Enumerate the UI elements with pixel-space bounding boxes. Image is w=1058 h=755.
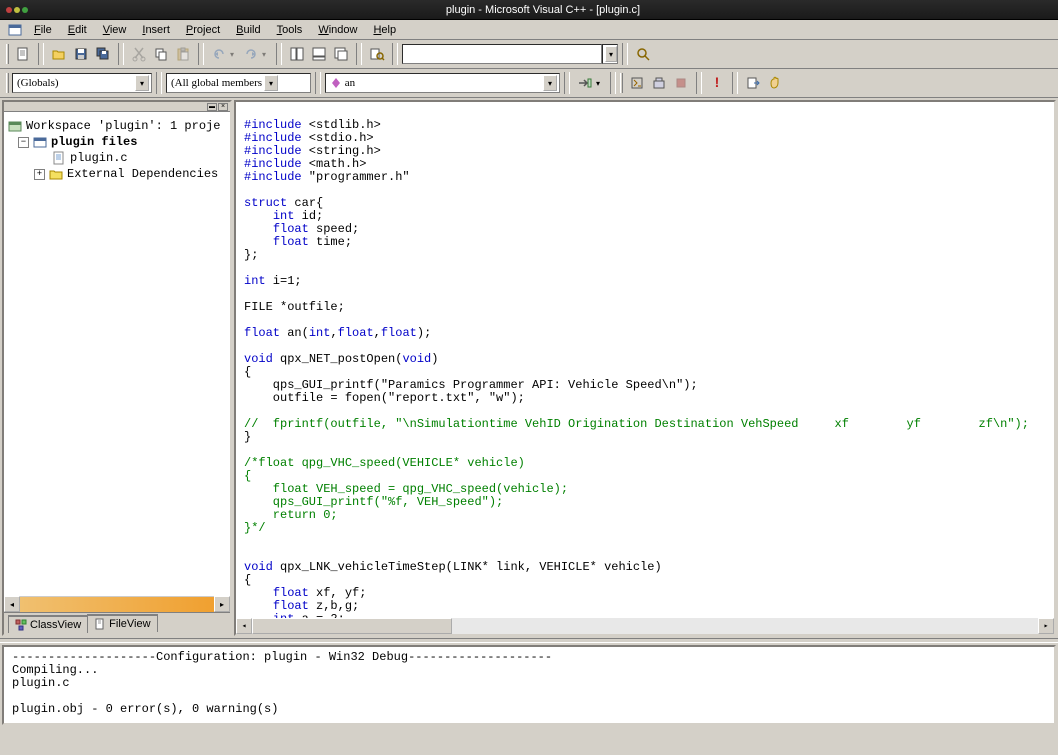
project-tree-icon [33,135,47,149]
copy-icon[interactable] [150,43,172,65]
tree-project-label: plugin files [51,135,137,149]
toolbar-grip-3[interactable] [620,73,623,93]
window-title: plugin - Microsoft Visual C++ - [plugin.… [28,4,1058,16]
workspace-tree-icon [8,119,22,133]
cut-icon[interactable] [128,43,150,65]
pane-close-icon[interactable]: × [218,103,228,111]
goto-icon[interactable] [574,72,596,94]
execute-icon[interactable]: ! [706,72,728,94]
tab-classview-label: ClassView [30,619,81,631]
output-splitter[interactable] [0,638,1058,643]
save-icon[interactable] [70,43,92,65]
scope-combo-text: (Globals) [17,77,59,89]
menu-file[interactable]: FFileile [26,22,60,38]
window-list-icon[interactable] [330,43,352,65]
folder-icon [49,167,63,181]
main-area: ▬ × Workspace 'plugin': 1 proje − plugin … [0,98,1058,638]
workspace-pane: ▬ × Workspace 'plugin': 1 proje − plugin … [2,100,232,636]
tree-file-label: plugin.c [70,151,128,165]
save-all-icon[interactable] [92,43,114,65]
collapse-icon[interactable]: − [18,137,29,148]
goto-dropdown[interactable]: ▾ [596,79,606,88]
find-combo[interactable] [402,44,602,64]
members-combo-text: (All global members [171,77,262,89]
undo-icon[interactable] [208,43,230,65]
menu-tools[interactable]: Tools [269,22,311,38]
build-icon[interactable] [648,72,670,94]
wizard-toolbar: (Globals)▾ (All global members▾ an▾ ▾ ! [0,69,1058,98]
tab-fileview-label: FileView [109,618,150,630]
expand-icon[interactable]: + [34,169,45,180]
symbol-combo[interactable]: an▾ [325,73,560,93]
breakpoint-hand-icon[interactable] [764,72,786,94]
scroll-left-icon[interactable]: ◂ [4,596,20,612]
scroll-right-icon[interactable]: ▸ [214,596,230,612]
redo-icon[interactable] [240,43,262,65]
scope-combo[interactable]: (Globals)▾ [12,73,152,93]
members-combo[interactable]: (All global members▾ [166,73,311,93]
pane-dock-icon[interactable]: ▬ [207,103,217,111]
output-window-icon[interactable] [308,43,330,65]
output-pane[interactable]: --------------------Configuration: plugi… [2,645,1056,725]
tree-extdep-label: External Dependencies [67,167,218,181]
open-icon[interactable] [48,43,70,65]
tree-workspace[interactable]: Workspace 'plugin': 1 proje [8,118,226,134]
find-combo-arrow[interactable]: ▾ [602,44,618,64]
workspace-tabs: ClassView FileView [4,612,230,634]
undo-dropdown[interactable]: ▾ [230,50,240,59]
tree-file[interactable]: plugin.c [8,150,226,166]
toolbar-grip-2[interactable] [6,73,9,93]
close-dot[interactable] [6,7,12,13]
menu-help[interactable]: Help [365,22,404,38]
titlebar: plugin - Microsoft Visual C++ - [plugin.… [0,0,1058,20]
scroll-track[interactable] [20,596,214,612]
pane-header: ▬ × [4,102,230,112]
tree-project[interactable]: − plugin files [8,134,226,150]
workspace-tree[interactable]: Workspace 'plugin': 1 proje − plugin file… [4,112,230,596]
editor-scroll-right-icon[interactable]: ▸ [1038,618,1054,634]
menubar: FFileile Edit View Insert Project Build … [0,20,1058,40]
workspace-icon[interactable] [286,43,308,65]
menu-window[interactable]: Window [310,22,365,38]
code-editor[interactable]: #include <stdlib.h> #include <stdio.h> #… [234,100,1056,636]
stop-build-icon[interactable] [670,72,692,94]
new-text-icon[interactable] [12,43,34,65]
window-control-dots [6,7,28,13]
standard-toolbar: ▾ ▾ ▾ [0,40,1058,69]
tree-extdep[interactable]: + External Dependencies [8,166,226,182]
sysmenu-icon[interactable] [4,19,26,41]
tab-fileview[interactable]: FileView [87,614,157,632]
menu-edit[interactable]: Edit [60,22,95,38]
svg-text:!: ! [715,75,720,90]
search-icon[interactable] [632,43,654,65]
classview-icon [15,619,27,631]
menu-view[interactable]: View [95,22,135,38]
go-icon[interactable] [742,72,764,94]
minimize-dot[interactable] [14,7,20,13]
compile-icon[interactable] [626,72,648,94]
redo-dropdown[interactable]: ▾ [262,50,272,59]
find-in-files-icon[interactable] [366,43,388,65]
toolbar-grip[interactable] [6,44,9,64]
c-file-icon [52,151,66,165]
menu-insert[interactable]: Insert [134,22,178,38]
menu-project[interactable]: Project [178,22,228,38]
editor-scroll-thumb[interactable] [252,618,452,634]
fileview-icon [94,618,106,630]
menu-build[interactable]: Build [228,22,268,38]
paste-icon[interactable] [172,43,194,65]
symbol-combo-text: an [345,77,355,89]
tree-hscroll[interactable]: ◂ ▸ [4,596,230,612]
tree-workspace-label: Workspace 'plugin': 1 proje [26,119,220,133]
editor-hscroll[interactable]: ◂ ▸ [236,618,1054,634]
editor-scroll-left-icon[interactable]: ◂ [236,618,252,634]
tab-classview[interactable]: ClassView [8,615,88,633]
